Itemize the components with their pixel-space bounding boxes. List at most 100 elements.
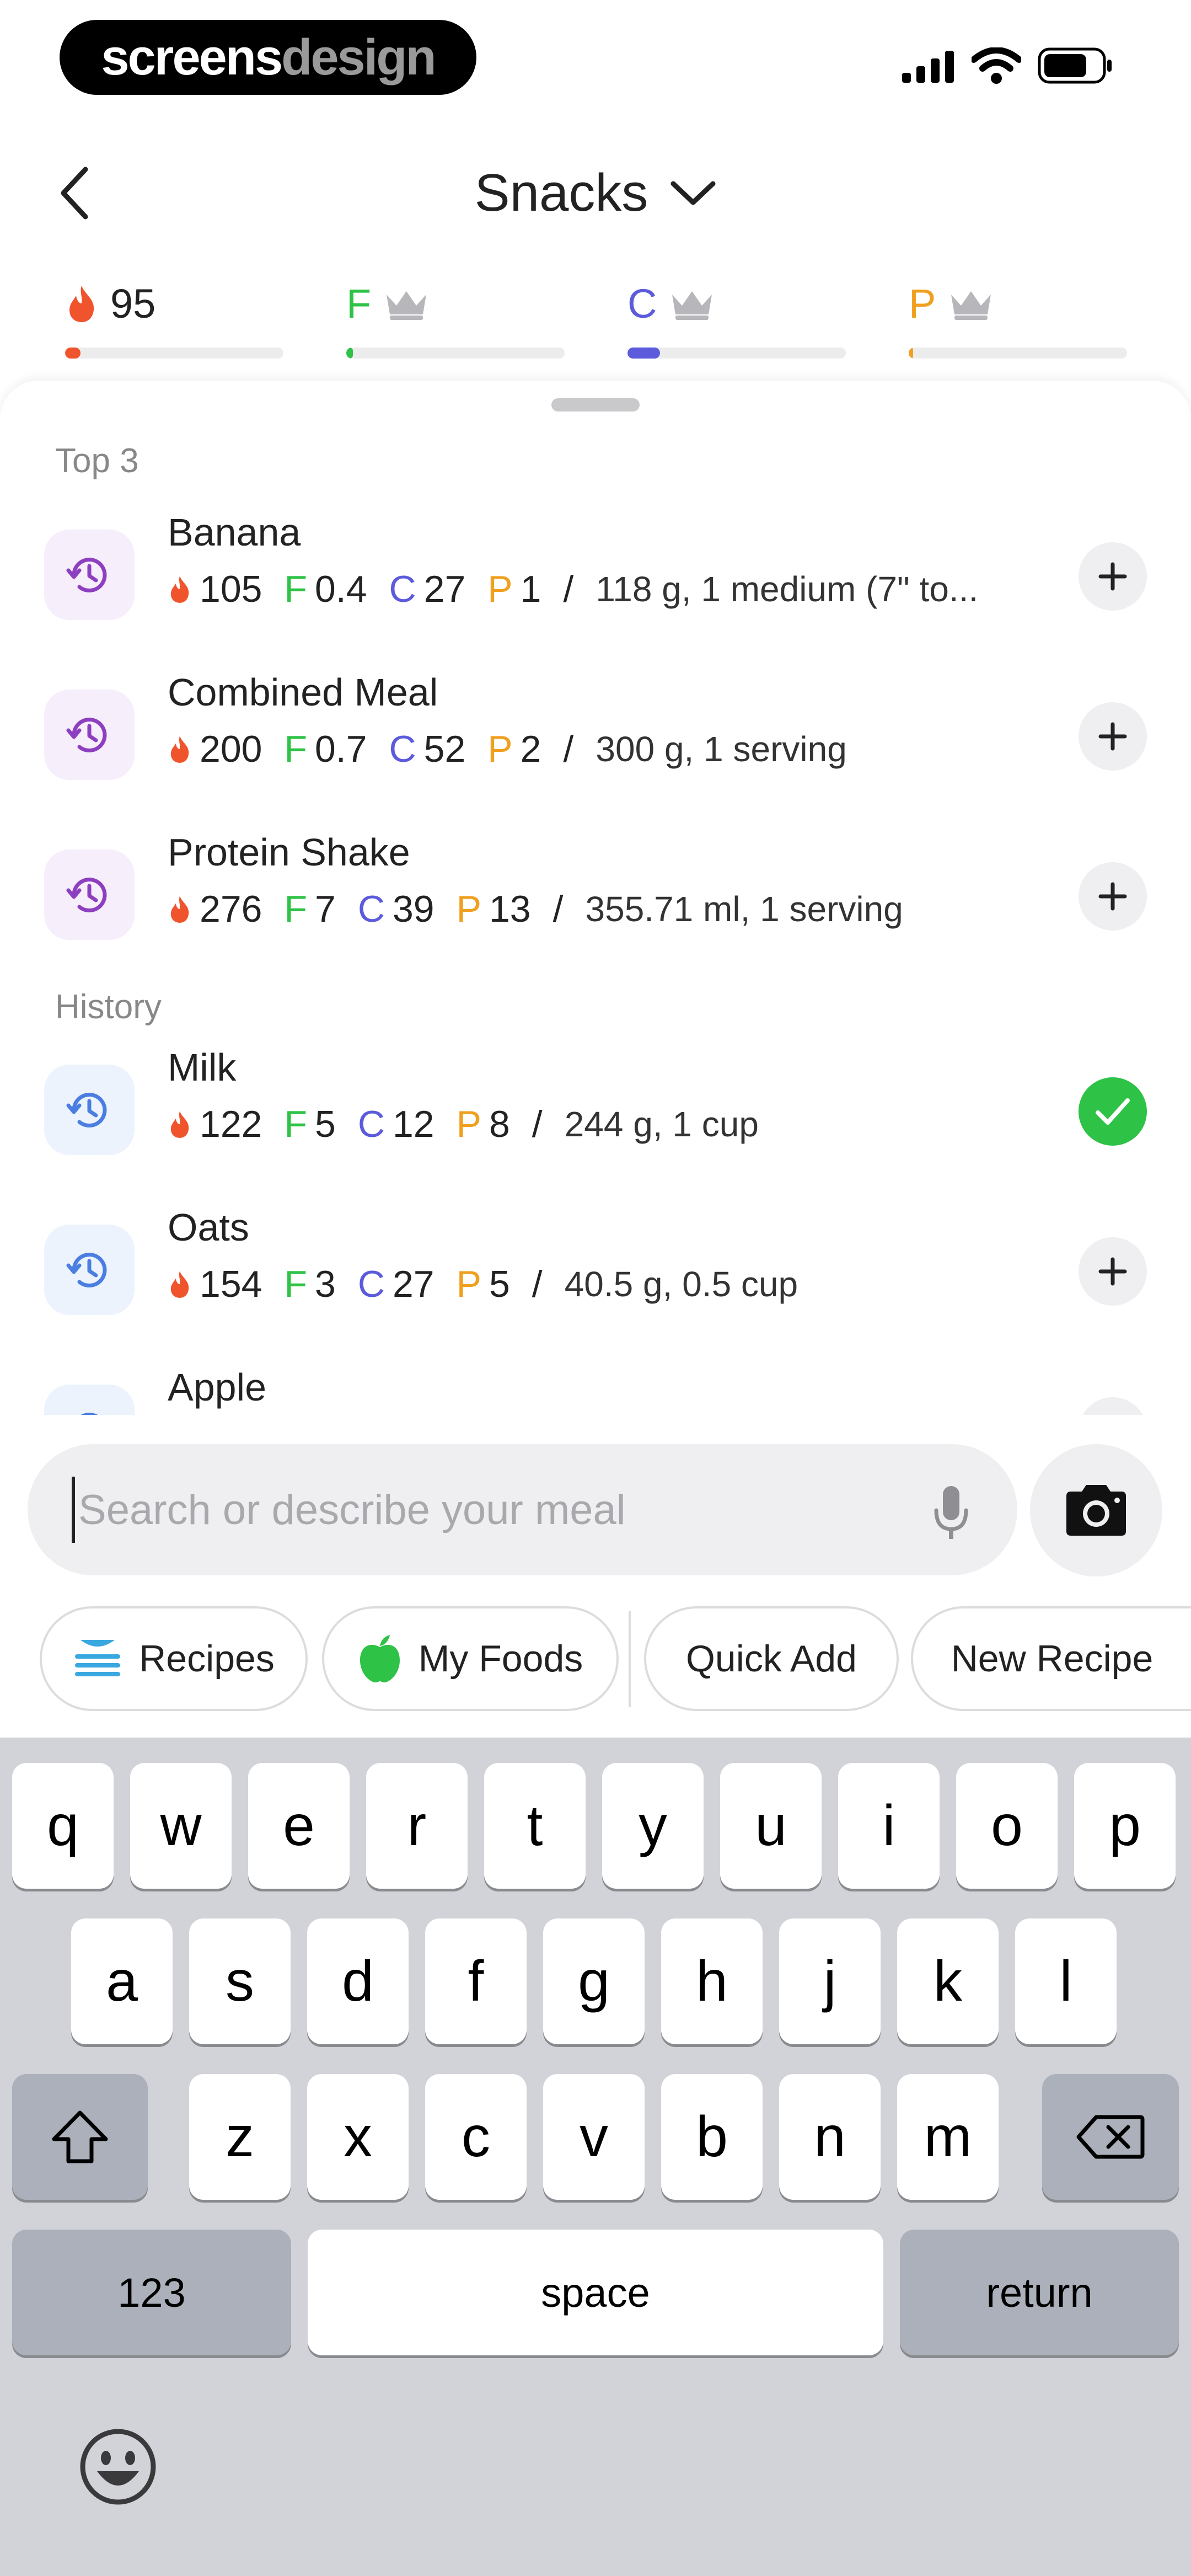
- key-m[interactable]: m: [897, 2074, 999, 2200]
- food-name: Oats: [168, 1206, 249, 1249]
- camera-button[interactable]: [1030, 1444, 1162, 1576]
- search-input[interactable]: Search or describe your meal: [78, 1486, 626, 1534]
- delete-key[interactable]: [1042, 2074, 1179, 2200]
- food-macros: 105 F 0.4 C 27 P 1 / 118 g, 1 medium (7" to...: [168, 564, 978, 614]
- food-item-row[interactable]: Milk 122 F 5 C 12 P 8 / 244 g, 1 cup: [0, 1034, 1191, 1194]
- calorie-total: 95: [110, 280, 156, 327]
- food-name: Protein Shake: [168, 831, 410, 874]
- protein-value: 8: [489, 1103, 510, 1145]
- recipes-chip[interactable]: Recipes: [40, 1606, 308, 1711]
- key-f[interactable]: f: [425, 1918, 527, 2044]
- food-item-row[interactable]: Banana 105 F 0.4 C 27 P 1 / 118 g, 1 medium (7" t…: [0, 499, 1191, 659]
- crown-icon: [951, 291, 991, 320]
- carbs-progress-bar: [627, 348, 846, 359]
- key-p[interactable]: p: [1074, 1763, 1176, 1889]
- key-q[interactable]: q: [12, 1763, 114, 1889]
- key-y[interactable]: y: [602, 1763, 704, 1889]
- flame-icon: [170, 1111, 189, 1138]
- key-z[interactable]: z: [189, 2074, 291, 2200]
- fat-label: F: [346, 280, 372, 327]
- key-x[interactable]: x: [307, 2074, 409, 2200]
- key-b[interactable]: b: [661, 2074, 763, 2200]
- fat-value: 7: [315, 888, 336, 930]
- serving-size: 118 g, 1 medium (7" to...: [596, 569, 979, 609]
- food-item-row[interactable]: Combined Meal 200 F 0.7 C 52 P 2 / 300 g, 1 servi…: [0, 659, 1191, 819]
- return-key[interactable]: return: [900, 2230, 1179, 2355]
- carbs-value: 27: [423, 568, 466, 610]
- key-n[interactable]: n: [779, 2074, 881, 2200]
- key-w[interactable]: w: [130, 1763, 232, 1889]
- my-foods-chip[interactable]: My Foods: [322, 1606, 619, 1711]
- key-l[interactable]: l: [1015, 1918, 1117, 2044]
- food-item-row[interactable]: Oats 154 F 3 C 27 P 5 / 40.5 g, 0.5 cup: [0, 1194, 1191, 1354]
- food-item-row[interactable]: Protein Shake 276 F 7 C 39 P 13 / 355.71 ml, 1 se…: [0, 819, 1191, 979]
- key-o[interactable]: o: [956, 1763, 1058, 1889]
- key-a[interactable]: a: [71, 1918, 173, 2044]
- recent-icon: [44, 1385, 135, 1415]
- wifi-icon: [972, 47, 1021, 84]
- meal-selector[interactable]: Snacks: [0, 160, 1191, 226]
- fat-value: 0.4: [315, 568, 367, 610]
- numbers-key[interactable]: 123: [12, 2230, 291, 2355]
- space-key[interactable]: space: [308, 2230, 883, 2355]
- flame-icon: [170, 736, 189, 763]
- new-recipe-chip[interactable]: New Recipe: [911, 1606, 1191, 1711]
- key-h[interactable]: h: [661, 1918, 763, 2044]
- key-v[interactable]: v: [543, 2074, 645, 2200]
- key-s[interactable]: s: [189, 1918, 291, 2044]
- separator: /: [532, 1263, 543, 1305]
- carbs-value: 12: [392, 1103, 434, 1145]
- key-j[interactable]: j: [779, 1918, 881, 2044]
- camera-icon: [1066, 1485, 1126, 1536]
- key-t[interactable]: t: [484, 1763, 586, 1889]
- quick-add-label: Quick Add: [686, 1638, 857, 1680]
- food-item-row[interactable]: Apple: [0, 1354, 1191, 1415]
- recent-icon: [44, 1065, 135, 1155]
- shift-arrow-icon: [52, 2110, 108, 2163]
- separator: /: [563, 568, 574, 610]
- quick-add-chip[interactable]: Quick Add: [644, 1606, 899, 1711]
- key-e[interactable]: e: [248, 1763, 350, 1889]
- emoji-icon: [80, 2429, 156, 2505]
- recent-icon: [44, 690, 135, 780]
- added-check-button[interactable]: [1079, 1077, 1147, 1146]
- flame-icon: [69, 286, 94, 322]
- key-k[interactable]: k: [897, 1918, 999, 2044]
- fat-label: F: [284, 888, 308, 930]
- screensdesign-badge: screens design: [60, 20, 476, 95]
- key-u[interactable]: u: [720, 1763, 822, 1889]
- text-cursor: [72, 1477, 75, 1543]
- key-c[interactable]: c: [425, 2074, 527, 2200]
- calorie-progress-bar: [65, 348, 283, 359]
- calorie-summary: 95: [65, 279, 155, 328]
- add-item-button[interactable]: [1079, 542, 1147, 611]
- recipes-icon: [75, 1640, 121, 1676]
- add-item-button[interactable]: [1079, 862, 1147, 931]
- key-g[interactable]: g: [543, 1918, 645, 2044]
- plus-icon: [1098, 722, 1127, 751]
- key-d[interactable]: d: [307, 1918, 409, 2044]
- key-r[interactable]: r: [366, 1763, 468, 1889]
- key-i[interactable]: i: [838, 1763, 940, 1889]
- protein-value: 13: [489, 888, 531, 930]
- backspace-icon: [1076, 2115, 1145, 2159]
- add-item-button[interactable]: [1079, 702, 1147, 771]
- flame-icon: [170, 1271, 189, 1298]
- emoji-button[interactable]: [77, 2426, 159, 2508]
- new-recipe-label: New Recipe: [951, 1638, 1154, 1680]
- search-bar[interactable]: Search or describe your meal: [28, 1444, 1017, 1575]
- sheet-grabber[interactable]: [551, 398, 640, 411]
- calories-value: 154: [200, 1263, 262, 1305]
- food-macros: 276 F 7 C 39 P 13 / 355.71 ml, 1 serving: [168, 884, 903, 934]
- microphone-button[interactable]: [932, 1484, 970, 1542]
- serving-size: 355.71 ml, 1 serving: [585, 889, 903, 929]
- plus-icon: [1098, 882, 1127, 911]
- separator: /: [563, 728, 574, 770]
- carbs-value: 52: [423, 728, 466, 770]
- serving-size: 300 g, 1 serving: [596, 729, 847, 769]
- cellular-signal-icon: [902, 50, 955, 83]
- add-item-button[interactable]: [1079, 1397, 1147, 1415]
- protein-label: P: [456, 1263, 481, 1305]
- shift-key[interactable]: [12, 2074, 148, 2200]
- add-item-button[interactable]: [1079, 1237, 1147, 1306]
